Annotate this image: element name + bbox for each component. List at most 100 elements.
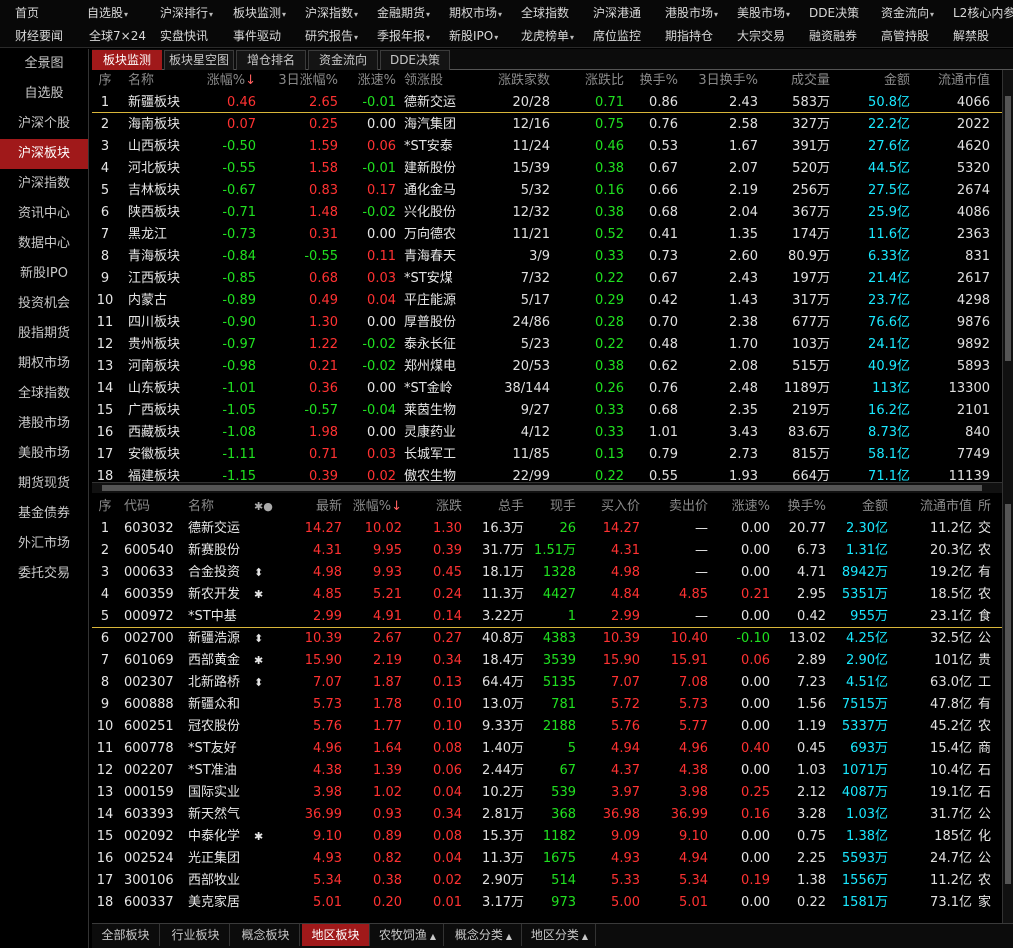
column-header[interactable]: 涨速% xyxy=(342,70,396,92)
sector-table-horizontal-scrollbar[interactable] xyxy=(92,482,1002,493)
sidebar-item[interactable]: 数据中心 xyxy=(0,229,88,259)
column-header[interactable]: 涨幅%↓ xyxy=(344,496,402,518)
menu-item[interactable]: 龙虎榜单▾ xyxy=(521,26,574,48)
table-row[interactable]: 15 广西板块 -1.05 -0.57 -0.04 莱茵生物 9/27 0.33 0.68 2.3… xyxy=(92,400,1002,422)
stock-scroll-thumb[interactable] xyxy=(1005,504,1011,884)
table-row[interactable]: 14 603393 新天然气 36.99 0.93 0.34 2.81万 368 36.98 36… xyxy=(92,804,1002,826)
sidebar-item[interactable]: 委托交易 xyxy=(0,559,88,589)
sidebar-item[interactable]: 自选股 xyxy=(0,79,88,109)
sidebar-item[interactable]: 全球指数 xyxy=(0,379,88,409)
column-header[interactable]: 领涨股 xyxy=(404,70,476,92)
table-row[interactable]: 4 河北板块 -0.55 1.58 -0.01 建新股份 15/39 0.38 0.67 2.07… xyxy=(92,158,1002,180)
table-row[interactable]: 18 600337 美克家居 5.01 0.20 0.01 3.17万 973 5.00 5.01… xyxy=(92,892,1002,914)
column-header[interactable]: 涨跌比 xyxy=(556,70,624,92)
menu-item[interactable]: 事件驱动 xyxy=(233,26,281,46)
sidebar-item[interactable]: 美股市场 xyxy=(0,439,88,469)
column-header[interactable]: 现手 xyxy=(528,496,576,518)
table-row[interactable]: 5 000972 *ST中基 2.99 4.91 0.14 3.22万 1 2.99 — 0.00 0… xyxy=(92,606,1002,628)
menu-item[interactable]: 资金流向▾ xyxy=(881,3,934,25)
table-row[interactable]: 1 603032 德新交运 14.27 10.02 1.30 16.3万 26 14.27 — 0.… xyxy=(92,518,1002,540)
table-row[interactable]: 3 000633 合金投资 4.98 9.93 0.45 18.1万 1328 4.98 — 0.0… xyxy=(92,562,1002,584)
menu-item[interactable]: 自选股▾ xyxy=(87,3,128,25)
menu-item[interactable]: 席位监控 xyxy=(593,26,641,46)
stock-table-vertical-scrollbar[interactable] xyxy=(1002,474,1013,923)
menu-item[interactable]: 金融期货▾ xyxy=(377,3,430,25)
menu-item[interactable]: 板块监测▾ xyxy=(233,3,286,25)
table-row[interactable]: 7 601069 西部黄金 15.90 2.19 0.34 18.4万 3539 15.90 15… xyxy=(92,650,1002,672)
menu-item[interactable]: L2核心内参 xyxy=(953,3,1013,23)
table-row[interactable]: 2 600540 新赛股份 4.31 9.95 0.39 31.7万 1.51万 4.31 — 0.… xyxy=(92,540,1002,562)
category-tab[interactable]: 地区板块 xyxy=(302,924,370,946)
table-row[interactable]: 9 600888 新疆众和 5.73 1.78 0.10 13.0万 781 5.72 5.73 0… xyxy=(92,694,1002,716)
menu-item[interactable]: 季报年报▾ xyxy=(377,26,430,48)
column-header[interactable]: 卖出价 xyxy=(646,496,708,518)
table-row[interactable]: 7 黑龙江 -0.73 0.31 0.00 万向德农 11/21 0.52 0.41 1.35 17… xyxy=(92,224,1002,246)
menu-item[interactable]: 首页 xyxy=(15,3,39,23)
sidebar-item[interactable]: 沪深个股 xyxy=(0,109,88,139)
sidebar-item[interactable]: 期货现货 xyxy=(0,469,88,499)
panel-tab[interactable]: 板块星空图 xyxy=(164,50,234,70)
column-header[interactable]: 流通市值 xyxy=(892,496,972,518)
table-row[interactable]: 14 山东板块 -1.01 0.36 0.00 *ST金岭 38/144 0.26 0.76 2.… xyxy=(92,378,1002,400)
table-row[interactable]: 13 河南板块 -0.98 0.21 -0.02 郑州煤电 20/53 0.38 0.62 2.0… xyxy=(92,356,1002,378)
column-header[interactable]: 金额 xyxy=(832,496,888,518)
table-row[interactable]: 11 600778 *ST友好 4.96 1.64 0.08 1.40万 5 4.94 4.96 0… xyxy=(92,738,1002,760)
table-row[interactable]: 12 贵州板块 -0.97 1.22 -0.02 泰永长征 5/23 0.22 0.48 1.70… xyxy=(92,334,1002,356)
column-header[interactable]: 3日换手% xyxy=(684,70,758,92)
table-row[interactable]: 2 海南板块 0.07 0.25 0.00 海汽集团 12/16 0.75 0.76 2.58 32… xyxy=(92,114,1002,136)
panel-tab[interactable]: 板块监测 xyxy=(92,50,162,70)
table-row[interactable]: 15 002092 中泰化学 9.10 0.89 0.08 15.3万 1182 9.09 9.1… xyxy=(92,826,1002,848)
table-row[interactable]: 13 000159 国际实业 3.98 1.02 0.04 10.2万 539 3.97 3.98… xyxy=(92,782,1002,804)
sidebar-item[interactable]: 期权市场 xyxy=(0,349,88,379)
category-tab[interactable]: 地区分类 ▲ xyxy=(524,924,596,946)
table-row[interactable]: 16 002524 光正集团 4.93 0.82 0.04 11.3万 1675 4.93 4.9… xyxy=(92,848,1002,870)
table-row[interactable]: 5 吉林板块 -0.67 0.83 0.17 通化金马 5/32 0.16 0.66 2.19 25… xyxy=(92,180,1002,202)
sector-scroll-thumb[interactable] xyxy=(1005,96,1011,361)
column-header[interactable]: 序 xyxy=(92,70,118,92)
table-row[interactable]: 17 300106 西部牧业 5.34 0.38 0.02 2.90万 514 5.33 5.34… xyxy=(92,870,1002,892)
table-row[interactable]: 11 四川板块 -0.90 1.30 0.00 厚普股份 24/86 0.28 0.70 2.38… xyxy=(92,312,1002,334)
column-header[interactable]: 流通市值 xyxy=(912,70,990,92)
column-header[interactable]: 序 xyxy=(92,496,118,518)
sidebar-item[interactable]: 外汇市场 xyxy=(0,529,88,559)
sector-table-vertical-scrollbar[interactable] xyxy=(1002,70,1013,482)
menu-item[interactable]: 财经要闻 xyxy=(15,26,63,46)
sidebar-item[interactable]: 全景图 xyxy=(0,49,88,79)
menu-item[interactable]: 港股市场▾ xyxy=(665,3,718,25)
column-header[interactable]: 名称 xyxy=(188,496,254,518)
column-header[interactable]: 成交量 xyxy=(764,70,830,92)
table-row[interactable]: 16 西藏板块 -1.08 1.98 0.00 灵康药业 4/12 0.33 1.01 3.43 8… xyxy=(92,422,1002,444)
table-row[interactable]: 8 青海板块 -0.84 -0.55 0.11 青海春天 3/9 0.33 0.73 2.60 80… xyxy=(92,246,1002,268)
column-header[interactable]: 所 xyxy=(978,496,998,518)
category-tab[interactable]: 行业板块 xyxy=(162,924,230,946)
menu-item[interactable]: 全球7×24 xyxy=(89,26,146,46)
panel-tab[interactable]: 增仓排名 xyxy=(236,50,306,70)
menu-item[interactable]: 融资融券 xyxy=(809,26,857,46)
panel-tab[interactable]: DDE决策 xyxy=(380,50,450,70)
table-row[interactable]: 1 新疆板块 0.46 2.65 -0.01 德新交运 20/28 0.71 0.86 2.43 5… xyxy=(92,92,1002,114)
column-header[interactable]: 涨速% xyxy=(714,496,770,518)
category-tab[interactable]: 概念板块 xyxy=(232,924,300,946)
menu-item[interactable]: 期指持仓 xyxy=(665,26,713,46)
table-row[interactable]: 6 陕西板块 -0.71 1.48 -0.02 兴化股份 12/32 0.38 0.68 2.04… xyxy=(92,202,1002,224)
column-header[interactable]: 换手% xyxy=(776,496,826,518)
table-row[interactable]: 6 002700 新疆浩源 10.39 2.67 0.27 40.8万 4383 10.39 10… xyxy=(92,628,1002,650)
column-header[interactable]: 涨跌 xyxy=(408,496,462,518)
panel-tab[interactable]: 资金流向 xyxy=(308,50,378,70)
menu-item[interactable]: DDE决策 xyxy=(809,3,859,23)
menu-item[interactable]: 大宗交易 xyxy=(737,26,785,46)
category-tab[interactable]: 全部板块 xyxy=(92,924,160,946)
sidebar-item[interactable]: 基金债券 xyxy=(0,499,88,529)
menu-item[interactable]: 全球指数 xyxy=(521,3,569,23)
sidebar-item[interactable]: 资讯中心 xyxy=(0,199,88,229)
column-header[interactable]: 金额 xyxy=(836,70,910,92)
column-header[interactable]: 买入价 xyxy=(582,496,640,518)
column-header[interactable]: 代码 xyxy=(124,496,182,518)
sector-hscroll-thumb[interactable] xyxy=(102,485,982,491)
table-row[interactable]: 4 600359 新农开发 4.85 5.21 0.24 11.3万 4427 4.84 4.85… xyxy=(92,584,1002,606)
column-header[interactable]: 涨幅%↓ xyxy=(204,70,256,92)
table-row[interactable]: 8 002307 北新路桥 7.07 1.87 0.13 64.4万 5135 7.07 7.08… xyxy=(92,672,1002,694)
sidebar-item[interactable]: 沪深指数 xyxy=(0,169,88,199)
menu-item[interactable]: 沪深港通 xyxy=(593,3,641,23)
column-header[interactable]: 3日涨幅% xyxy=(262,70,338,92)
